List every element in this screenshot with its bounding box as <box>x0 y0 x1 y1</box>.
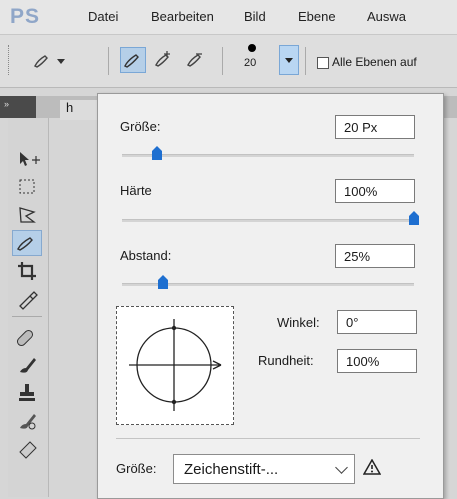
menu-select[interactable]: Auswa <box>367 9 406 24</box>
eraser-tool-icon[interactable] <box>12 436 42 462</box>
menu-layer[interactable]: Ebene <box>298 9 336 24</box>
brush-tool-icon[interactable] <box>12 352 42 378</box>
chevron-down-icon <box>335 461 348 474</box>
size-control-select[interactable]: Zeichenstift-... <box>173 454 355 484</box>
app-logo: PS <box>10 5 41 28</box>
angle-label: Winkel: <box>277 315 320 330</box>
spacing-field[interactable]: 25% <box>335 244 415 268</box>
size-control-label: Größe: <box>116 461 157 476</box>
quick-selection-tool[interactable] <box>12 230 42 256</box>
move-tool-icon[interactable] <box>12 146 42 172</box>
lasso-tool-icon[interactable] <box>12 202 42 228</box>
divider <box>12 316 42 317</box>
size-control-value: Zeichenstift-... <box>184 461 279 478</box>
brush-tip-icon[interactable] <box>248 44 256 52</box>
sample-all-layers-label: Alle Ebenen auf <box>332 55 417 69</box>
tool-preset-icon[interactable] <box>32 51 52 71</box>
brush-size-indicator[interactable]: 20 <box>244 57 256 69</box>
brush-picker-dropdown[interactable] <box>279 45 299 75</box>
size-slider-track[interactable] <box>122 154 414 157</box>
quick-selection-icon <box>17 237 33 251</box>
subtract-from-selection-icon[interactable] <box>185 50 205 70</box>
chevron-down-icon[interactable] <box>57 59 65 65</box>
hardness-field[interactable]: 100% <box>335 179 415 203</box>
warning-icon <box>363 459 381 475</box>
angle-field[interactable]: 0° <box>337 310 417 334</box>
document-tab[interactable]: h <box>60 100 100 120</box>
divider <box>305 47 306 75</box>
new-selection-button[interactable] <box>120 47 146 73</box>
brush-angle-preview[interactable] <box>116 306 234 425</box>
size-slider-thumb[interactable] <box>152 146 163 160</box>
healing-brush-tool-icon[interactable] <box>12 324 42 350</box>
spacing-slider-thumb[interactable] <box>157 275 168 289</box>
size-label: Größe: <box>120 119 161 134</box>
divider <box>108 47 109 75</box>
quick-selection-icon <box>124 54 139 68</box>
hardness-slider-thumb[interactable] <box>409 211 419 225</box>
eyedropper-tool-icon[interactable] <box>12 286 42 312</box>
menu-bar: PS Datei Bearbeiten Bild Ebene Auswa <box>0 0 457 35</box>
divider <box>222 47 223 75</box>
menu-file[interactable]: Datei <box>88 9 118 24</box>
options-bar: 20 Alle Ebenen auf <box>0 35 457 88</box>
history-brush-tool-icon[interactable] <box>12 408 42 434</box>
menu-edit[interactable]: Bearbeiten <box>151 9 214 24</box>
spacing-label: Abstand: <box>120 248 172 263</box>
clone-stamp-tool-icon[interactable] <box>12 380 42 406</box>
divider <box>116 438 420 439</box>
crop-tool-icon[interactable] <box>12 258 42 284</box>
hardness-label: Härte <box>120 183 152 198</box>
add-to-selection-icon[interactable] <box>153 50 173 70</box>
toolbox <box>8 118 49 497</box>
roundness-field[interactable]: 100% <box>337 349 417 373</box>
marquee-tool-icon[interactable] <box>12 174 42 200</box>
toolbox-header[interactable]: » <box>0 96 36 118</box>
roundness-label: Rundheit: <box>258 353 314 368</box>
grip-handle[interactable] <box>8 45 11 75</box>
sample-all-layers-checkbox[interactable] <box>317 57 329 69</box>
hardness-slider-track[interactable] <box>122 219 414 222</box>
brush-shape-diagram[interactable] <box>117 307 233 424</box>
brush-picker-panel: Größe: 20 Px Härte 100% Abstand: 25% Win… <box>97 93 444 499</box>
menu-image[interactable]: Bild <box>244 9 266 24</box>
collapse-icon[interactable]: » <box>4 99 9 109</box>
size-field[interactable]: 20 Px <box>335 115 415 139</box>
